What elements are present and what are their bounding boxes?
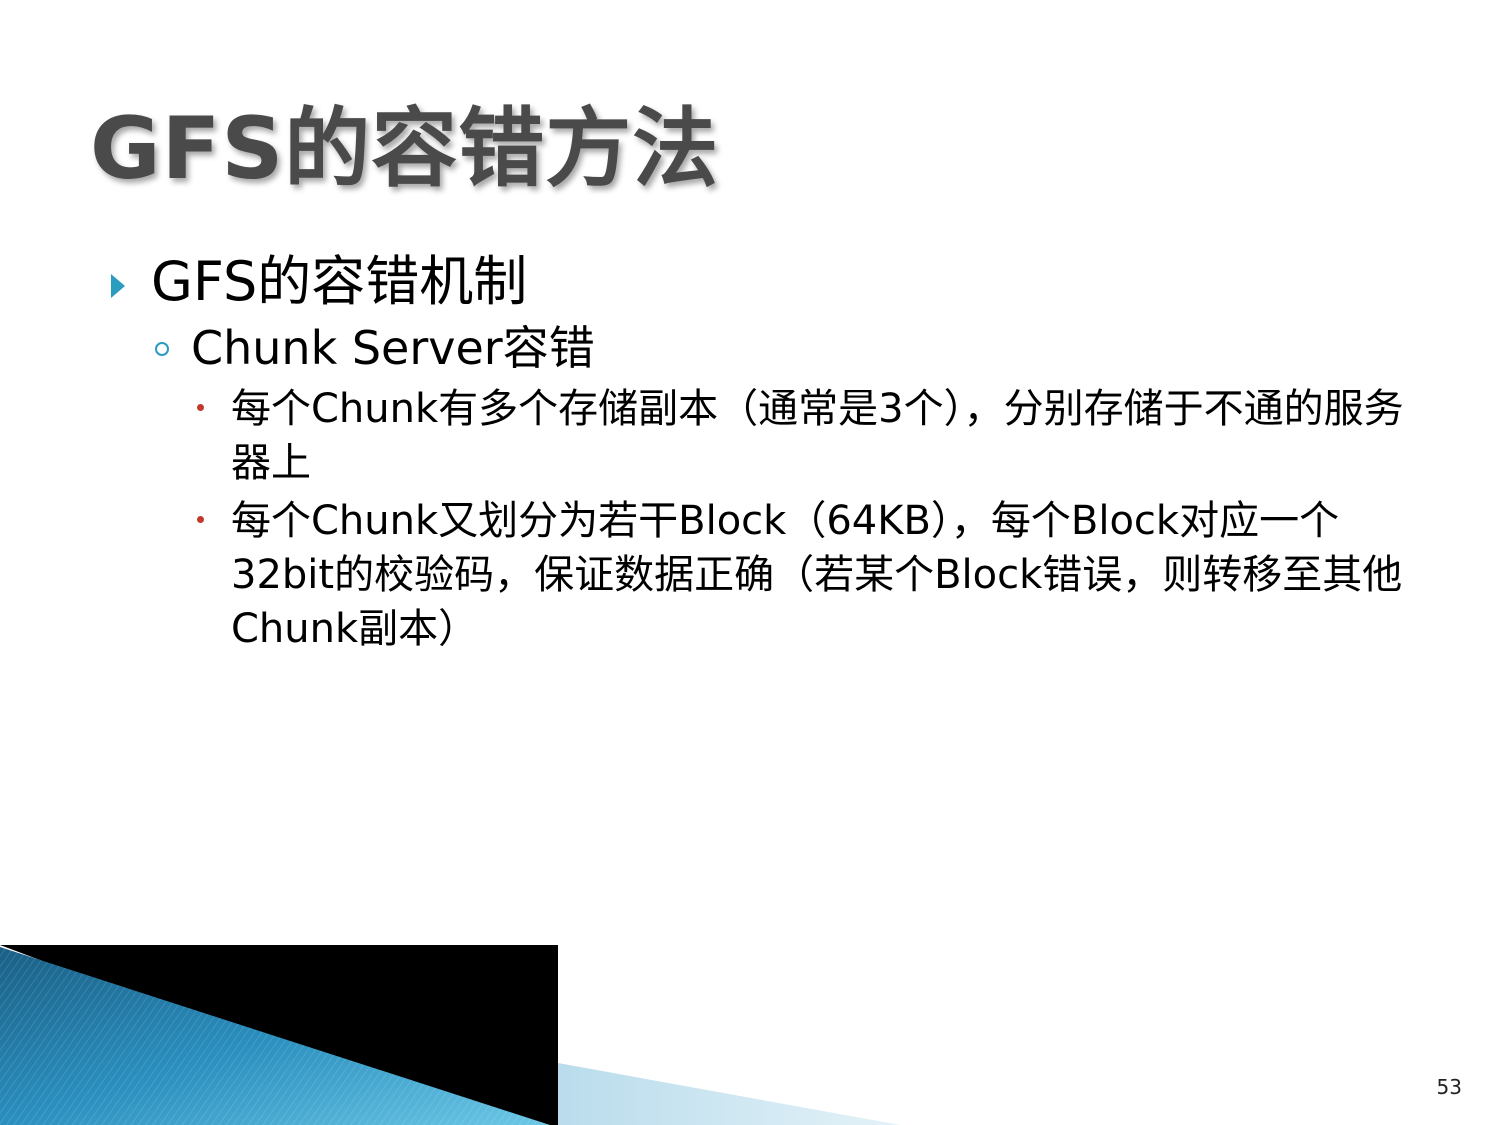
- slide: GFS的容错方法 GFS的容错机制 Chunk Server容错 每个Chunk…: [0, 0, 1500, 1125]
- decorative-corner-graphic: [0, 945, 900, 1125]
- dot-bullet-icon: [197, 516, 204, 523]
- circle-bullet-icon: [155, 342, 169, 356]
- bullet-level3-item: 每个Chunk有多个存储副本（通常是3个），分别存储于不通的服务器上: [191, 382, 1411, 490]
- slide-title: GFS的容错方法: [90, 99, 720, 199]
- page-number: 53: [1436, 1075, 1462, 1099]
- light-blue-wedge-shape: [558, 1063, 900, 1125]
- triangle-bullet-icon: [111, 274, 125, 298]
- bullet-level2-text: Chunk Server容错: [191, 321, 595, 375]
- bullet-level1-text: GFS的容错机制: [151, 250, 528, 313]
- dot-bullet-icon: [197, 404, 204, 411]
- slide-content: GFS的容错机制 Chunk Server容错 每个Chunk有多个存储副本（通…: [105, 250, 1435, 660]
- bullet-level3-text: 每个Chunk有多个存储副本（通常是3个），分别存储于不通的服务器上: [231, 386, 1404, 486]
- bullet-level1: GFS的容错机制: [105, 250, 1435, 318]
- bullet-level2: Chunk Server容错: [151, 318, 1435, 382]
- bullet-level3-text: 每个Chunk又划分为若干Block（64KB），每个Block对应一个32bi…: [231, 498, 1403, 652]
- bullet-level3-item: 每个Chunk又划分为若干Block（64KB），每个Block对应一个32bi…: [191, 494, 1411, 656]
